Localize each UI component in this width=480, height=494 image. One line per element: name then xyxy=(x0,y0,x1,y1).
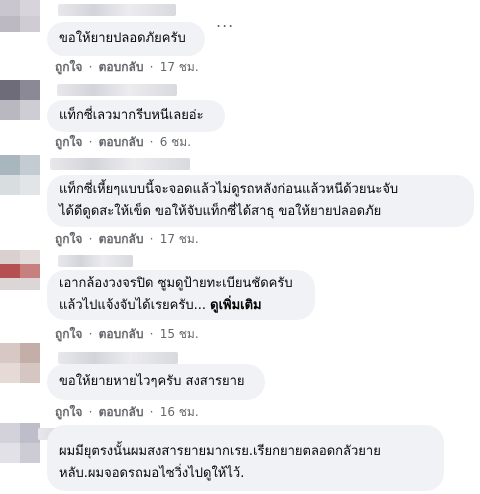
comment-time[interactable]: 17 ชม. xyxy=(160,232,199,246)
separator: · xyxy=(149,232,154,246)
comment-bubble: ผมมียุตรงนั้นผมสงสารยายมากเรย.เรียกยายตล… xyxy=(47,425,444,491)
comment-text: หลับ.ผมจอดรถมอไซวิ่งไปดูให้ไว้. xyxy=(59,466,245,481)
avatar[interactable] xyxy=(0,80,40,120)
comment-options-icon[interactable]: ... xyxy=(216,14,234,30)
reply-link[interactable]: ตอบกลับ xyxy=(99,327,144,341)
comment-actions: ถูกใจ · ตอบกลับ · 17 ชม. xyxy=(55,230,199,249)
commenter-name[interactable] xyxy=(58,352,178,364)
separator: · xyxy=(88,405,93,419)
comment-actions: ถูกใจ · ตอบกลับ · 16 ชม. xyxy=(55,403,199,422)
comment-time[interactable]: 6 ชม. xyxy=(160,135,191,149)
comment-actions: ถูกใจ · ตอบกลับ · 6 ชม. xyxy=(55,133,191,152)
comment-time[interactable]: 15 ชม. xyxy=(160,327,199,341)
avatar[interactable] xyxy=(0,155,40,195)
comment-time[interactable]: 17 ชม. xyxy=(160,60,199,74)
commenter-name[interactable] xyxy=(57,84,177,96)
comment-actions: ถูกใจ · ตอบกลับ · 15 ชม. xyxy=(55,325,199,344)
commenter-name[interactable] xyxy=(50,158,190,170)
reply-link[interactable]: ตอบกลับ xyxy=(99,135,144,149)
like-link[interactable]: ถูกใจ xyxy=(55,327,82,341)
avatar[interactable] xyxy=(0,0,40,32)
comment-actions: ถูกใจ · ตอบกลับ · 17 ชม. xyxy=(55,58,199,77)
like-link[interactable]: ถูกใจ xyxy=(55,232,82,246)
avatar[interactable] xyxy=(0,250,40,290)
reply-link[interactable]: ตอบกลับ xyxy=(99,405,144,419)
separator: · xyxy=(88,135,93,149)
separator: · xyxy=(149,405,154,419)
avatar[interactable] xyxy=(0,423,40,463)
separator: · xyxy=(88,60,93,74)
separator: · xyxy=(88,327,93,341)
comment-text: เอากล้องวงจรปิด ซูมดูป้ายทะเบียนชัดครับ xyxy=(59,276,293,291)
comment-bubble: แท็กซี่เหี้ยๆแบบนี้จะจอดแล้วไม่ดูรถหลังก… xyxy=(47,175,474,227)
comment-bubble: ขอให้ยายปลอดภัยครับ xyxy=(47,22,205,56)
comment-bubble: ขอให้ยายหายไวๆครับ สงสารยาย xyxy=(47,364,265,400)
commenter-name[interactable] xyxy=(58,255,133,267)
comment-text: แท็กซี่เหี้ยๆแบบนี้จะจอดแล้วไม่ดูรถหลังก… xyxy=(59,182,399,197)
comment-time[interactable]: 16 ชม. xyxy=(160,405,199,419)
comment-text: แล้วไปแจ้งจับได้เรยครับ... ดูเพิ่มเติม xyxy=(59,295,303,317)
separator: · xyxy=(149,327,154,341)
commenter-name[interactable] xyxy=(58,4,176,16)
comment-bubble: เอากล้องวงจรปิด ซูมดูป้ายทะเบียนชัดครับ … xyxy=(47,270,315,320)
comment-text-line: แล้วไปแจ้งจับได้เรยครับ... xyxy=(59,298,206,313)
like-link[interactable]: ถูกใจ xyxy=(55,405,82,419)
separator: · xyxy=(149,60,154,74)
comment-bubble: แท็กซี่เลวมากรีบหนีเลยอ่ะ xyxy=(47,100,225,132)
comment-text: แท็กซี่เลวมากรีบหนีเลยอ่ะ xyxy=(59,108,204,123)
see-more-link[interactable]: ดูเพิ่มเติม xyxy=(210,298,261,313)
reply-link[interactable]: ตอบกลับ xyxy=(99,232,144,246)
avatar[interactable] xyxy=(0,343,40,383)
like-link[interactable]: ถูกใจ xyxy=(55,60,82,74)
comment-text: ได้ดีดูดสะให้เข็ด ขอให้จับแท็กซี่ได้สาธุ… xyxy=(59,204,382,219)
separator: · xyxy=(88,232,93,246)
like-link[interactable]: ถูกใจ xyxy=(55,135,82,149)
comment-text: ขอให้ยายปลอดภัยครับ xyxy=(59,31,186,46)
separator: · xyxy=(149,135,154,149)
reply-link[interactable]: ตอบกลับ xyxy=(99,60,144,74)
comment-text: ขอให้ยายหายไวๆครับ สงสารยาย xyxy=(59,374,245,389)
comment-text: ผมมียุตรงนั้นผมสงสารยายมากเรย.เรียกยายตล… xyxy=(59,444,381,459)
